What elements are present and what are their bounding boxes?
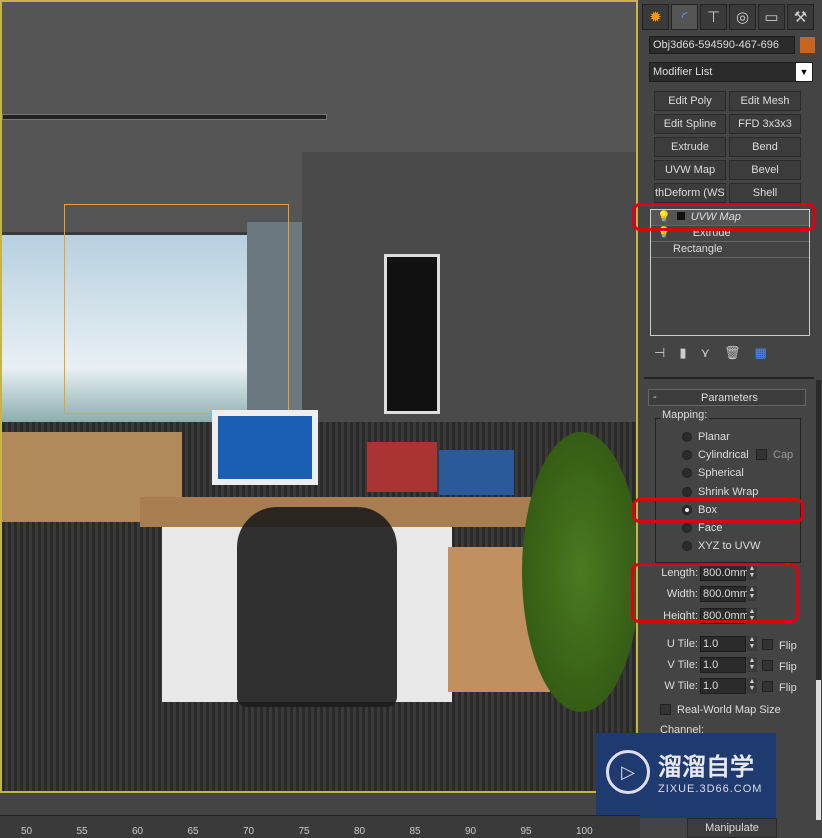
modifier-button[interactable]: Extrude [654,137,726,157]
manipulate-button[interactable]: Manipulate [687,818,777,838]
configure-sets-icon[interactable]: ▦ [755,345,781,360]
watermark-title: 溜溜自学 [658,754,754,781]
modifier-button[interactable]: FFD 3x3x3 [729,114,801,134]
w-tile-spinner[interactable]: ▲ ▼ [747,678,757,693]
motion-tab[interactable]: ◎ [729,4,756,30]
show-end-result-icon[interactable]: ▮ [679,345,700,360]
ruler-tick: 80 [354,826,366,837]
modifier-list-label: Modifier List [653,66,713,78]
picture-frame [384,254,440,414]
modifier-button[interactable]: Edit Poly [654,91,726,111]
pin-stack-icon[interactable]: ⊣ [654,345,679,360]
rollout-title: Parameters [701,392,758,404]
create-tab[interactable]: ✹ [642,4,669,30]
v-tile-spinner[interactable]: ▲ ▼ [747,657,757,672]
parameters-rollout-header[interactable]: - Parameters [648,389,806,406]
mapping-option-label: Cylindrical [698,449,749,462]
ruler-tick: 75 [298,826,310,837]
mapping-option-label: Shrink Wrap [698,485,759,498]
display-icon: ▭ [764,9,779,26]
highlight-uvw-map [632,203,816,231]
mapping-radio[interactable] [682,486,692,497]
stack-item-rectangle[interactable]: Rectangle [651,242,809,258]
panel-scrollbar[interactable] [816,380,821,820]
make-unique-icon[interactable]: ⋎ [700,345,724,360]
modifier-button[interactable]: Shell [729,183,801,203]
v-flip-checkbox[interactable] [762,660,773,671]
v-tile-label: V Tile: [667,659,698,671]
modifier-button[interactable]: Bend [729,137,801,157]
real-world-map-size-checkbox[interactable] [660,704,671,715]
perspective-viewport[interactable] [0,0,638,793]
cap-label: Cap [773,449,794,461]
ruler-tick: 90 [465,826,477,837]
modifier-list-dropdown[interactable]: Modifier List ▼ [649,62,813,82]
w-flip-checkbox[interactable] [762,681,773,692]
mapping-option-label: Spherical [698,467,744,480]
object-color-swatch[interactable] [800,37,815,53]
play-logo-icon: ▷ [606,750,650,794]
hierarchy-tab[interactable]: ⊤ [700,4,727,30]
utilities-icon: ⚒ [793,9,808,26]
office-chair [237,507,397,707]
motion-icon: ◎ [735,9,750,26]
v-tile-input[interactable]: 1.0 [700,657,746,673]
blue-binders [439,450,514,495]
ruler-tick: 55 [76,826,88,837]
cap-checkbox[interactable] [756,449,767,460]
create-icon: ✹ [649,9,662,26]
monitor [212,410,318,485]
mapping-label: Mapping: [660,409,710,421]
collapse-toggle[interactable]: - [653,391,657,403]
display-tab[interactable]: ▭ [758,4,785,30]
modifier-button[interactable]: UVW Map [654,160,726,180]
modify-icon: ◜ [681,9,688,26]
w-tile-input[interactable]: 1.0 [700,678,746,694]
selected-box-gizmo [64,204,289,414]
modify-tab[interactable]: ◜ [671,4,698,30]
u-tile-input[interactable]: 1.0 [700,636,746,652]
ruler-tick: 70 [243,826,255,837]
hierarchy-icon: ⊤ [706,9,721,26]
watermark-url: ZIXUE.3D66.COM [658,783,763,795]
ruler-tick: 50 [21,826,33,837]
stack-item-label: Rectangle [673,243,723,255]
mapping-option-label: Face [698,522,723,534]
red-binders [367,442,437,492]
u-tile-label: U Tile: [666,638,698,650]
ruler-tick: 85 [409,826,421,837]
real-world-map-size-label: Real-World Map Size [677,704,781,716]
command-panel: ✹ ◜ ⊤ ◎ ▭ ⚒ Obj3d66-594590-467-696 Modif… [631,0,822,838]
ruler-tick: 65 [187,826,199,837]
mapping-option-label: Planar [698,431,730,443]
chevron-down-icon: ▼ [796,63,812,81]
u-tile-spinner[interactable]: ▲ ▼ [747,636,757,651]
stack-toolbar: ⊣▮⋎🗑▦ [654,345,781,361]
modifier-button[interactable]: thDeform (WSI [654,183,726,203]
plant [522,432,636,712]
w-tile-label: W Tile: [664,680,698,692]
highlight-box [632,498,804,523]
highlight-dimensions [631,563,799,623]
mapping-radio[interactable] [682,432,692,442]
remove-modifier-icon[interactable]: 🗑 [724,345,755,360]
w-flip-label: Flip [779,682,797,694]
modifier-button[interactable]: Bevel [729,160,801,180]
mapping-radio[interactable] [682,523,692,533]
ceiling-light [2,114,327,120]
u-flip-label: Flip [779,640,797,652]
track-ruler[interactable]: 50 55 60 65 70 75 80 85 90 95 100 [0,815,640,838]
ruler-tick: 95 [520,826,532,837]
mapping-option-label: XYZ to UVW [698,540,761,553]
u-flip-checkbox[interactable] [762,639,773,650]
divider [644,377,814,379]
ruler-tick: 100 [576,826,593,837]
modifier-button[interactable]: Edit Spline [654,114,726,134]
modifier-button[interactable]: Edit Mesh [729,91,801,111]
v-flip-label: Flip [779,661,797,673]
ruler-tick: 60 [132,826,144,837]
watermark: ▷ 溜溜自学 ZIXUE.3D66.COM [596,733,776,818]
object-name-input[interactable]: Obj3d66-594590-467-696 [649,36,795,54]
utilities-tab[interactable]: ⚒ [787,4,814,30]
